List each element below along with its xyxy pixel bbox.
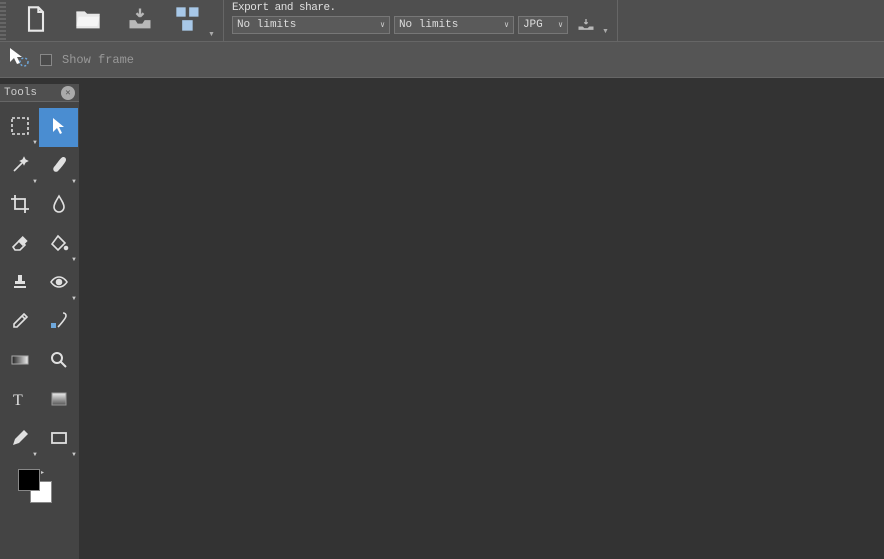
paint-bucket-icon: [49, 233, 69, 256]
export-width-value: No limits: [237, 19, 296, 31]
tools-panel-header: Tools ✕: [0, 84, 79, 102]
open-file-button[interactable]: [62, 0, 114, 42]
distribute-icon: [174, 5, 202, 36]
foreground-color-swatch[interactable]: [18, 469, 40, 491]
tool-pen[interactable]: ▼: [0, 420, 39, 459]
brush-icon: [49, 155, 69, 178]
show-frame-checkbox[interactable]: [40, 54, 52, 66]
inbox-download-icon: [126, 5, 154, 36]
eraser-icon: [10, 233, 30, 256]
expand-tri-icon: ▼: [71, 179, 77, 185]
download-button[interactable]: [114, 0, 166, 42]
eyedropper-icon: [10, 311, 30, 334]
gradient-icon: [10, 350, 30, 373]
chevron-down-icon[interactable]: ▼: [208, 31, 215, 38]
magic-wand-icon: [10, 155, 30, 178]
tools-panel-title: Tools: [4, 87, 37, 99]
tool-brush[interactable]: ▼: [39, 147, 78, 186]
expand-tri-icon: ▼: [71, 452, 77, 458]
text-icon: T: [10, 389, 30, 412]
tool-eyedropper[interactable]: [0, 303, 39, 342]
export-height-value: No limits: [399, 19, 458, 31]
toolbar-left-group: ▼: [0, 0, 215, 41]
tool-bucket[interactable]: ▼: [39, 225, 78, 264]
stamp-icon: [10, 272, 30, 295]
tool-shape[interactable]: [39, 381, 78, 420]
canvas-area[interactable]: [79, 84, 884, 559]
rectangle-outline-icon: [49, 428, 69, 451]
tool-rectangle[interactable]: ▼: [39, 420, 78, 459]
cursor-align-icon: [6, 46, 30, 73]
expand-tri-icon: ▼: [32, 140, 38, 146]
export-height-select[interactable]: No limits ∨: [394, 16, 514, 34]
chevron-down-icon: ∨: [558, 20, 563, 30]
tool-crop[interactable]: [0, 186, 39, 225]
chevron-down-icon[interactable]: ▼: [602, 28, 609, 35]
tool-gradient[interactable]: [0, 342, 39, 381]
tool-rect-select[interactable]: ▼: [0, 108, 39, 147]
top-toolbar: ▼ Export and share. No limits ∨ No limit…: [0, 0, 884, 42]
eye-icon: [49, 272, 69, 295]
options-bar: Show frame: [0, 42, 884, 78]
chevron-down-icon: ∨: [380, 20, 385, 30]
export-format-select[interactable]: JPG ∨: [518, 16, 568, 34]
svg-text:T: T: [13, 392, 23, 409]
crop-icon: [10, 194, 30, 217]
swap-colors-icon[interactable]: ▸: [41, 469, 44, 476]
tool-stamp[interactable]: [0, 264, 39, 303]
magnifier-icon: [49, 350, 69, 373]
cloud-upload-icon: [576, 17, 596, 34]
expand-tri-icon: ▼: [71, 257, 77, 263]
export-width-select[interactable]: No limits ∨: [232, 16, 390, 34]
chevron-down-icon: ∨: [504, 20, 509, 30]
tool-wand[interactable]: ▼: [0, 147, 39, 186]
expand-tri-icon: ▼: [32, 452, 38, 458]
toolbar-grip[interactable]: [0, 0, 6, 41]
align-distribute-button[interactable]: [166, 0, 210, 42]
export-panel: Export and share. No limits ∨ No limits …: [223, 0, 618, 41]
rectangle-gradient-icon: [49, 389, 69, 412]
tool-blur[interactable]: [39, 186, 78, 225]
close-panel-button[interactable]: ✕: [61, 86, 75, 100]
tool-colorreplace[interactable]: [39, 303, 78, 342]
close-icon: ✕: [65, 88, 70, 98]
export-controls-row: No limits ∨ No limits ∨ JPG ∨ ▼: [232, 16, 609, 34]
marquee-icon: [10, 116, 30, 139]
pen-icon: [10, 428, 30, 451]
tool-redeye[interactable]: ▼: [39, 264, 78, 303]
show-frame-label: Show frame: [62, 53, 134, 67]
folder-open-icon: [74, 5, 102, 36]
tool-zoom[interactable]: [39, 342, 78, 381]
document-icon: [22, 5, 50, 36]
cursor-icon: [49, 116, 69, 139]
droplet-icon: [49, 194, 69, 217]
new-file-button[interactable]: [10, 0, 62, 42]
brush-color-icon: [49, 311, 69, 334]
tool-text[interactable]: T: [0, 381, 39, 420]
expand-tri-icon: ▼: [32, 179, 38, 185]
tools-panel: ▼ ▼ ▼: [0, 102, 79, 559]
export-title: Export and share.: [232, 2, 609, 14]
export-format-value: JPG: [523, 19, 543, 31]
color-swatches[interactable]: ▸: [18, 469, 58, 509]
expand-tri-icon: ▼: [71, 296, 77, 302]
tool-eraser[interactable]: [0, 225, 39, 264]
tool-move[interactable]: [39, 108, 78, 147]
export-share-button[interactable]: [572, 16, 600, 34]
